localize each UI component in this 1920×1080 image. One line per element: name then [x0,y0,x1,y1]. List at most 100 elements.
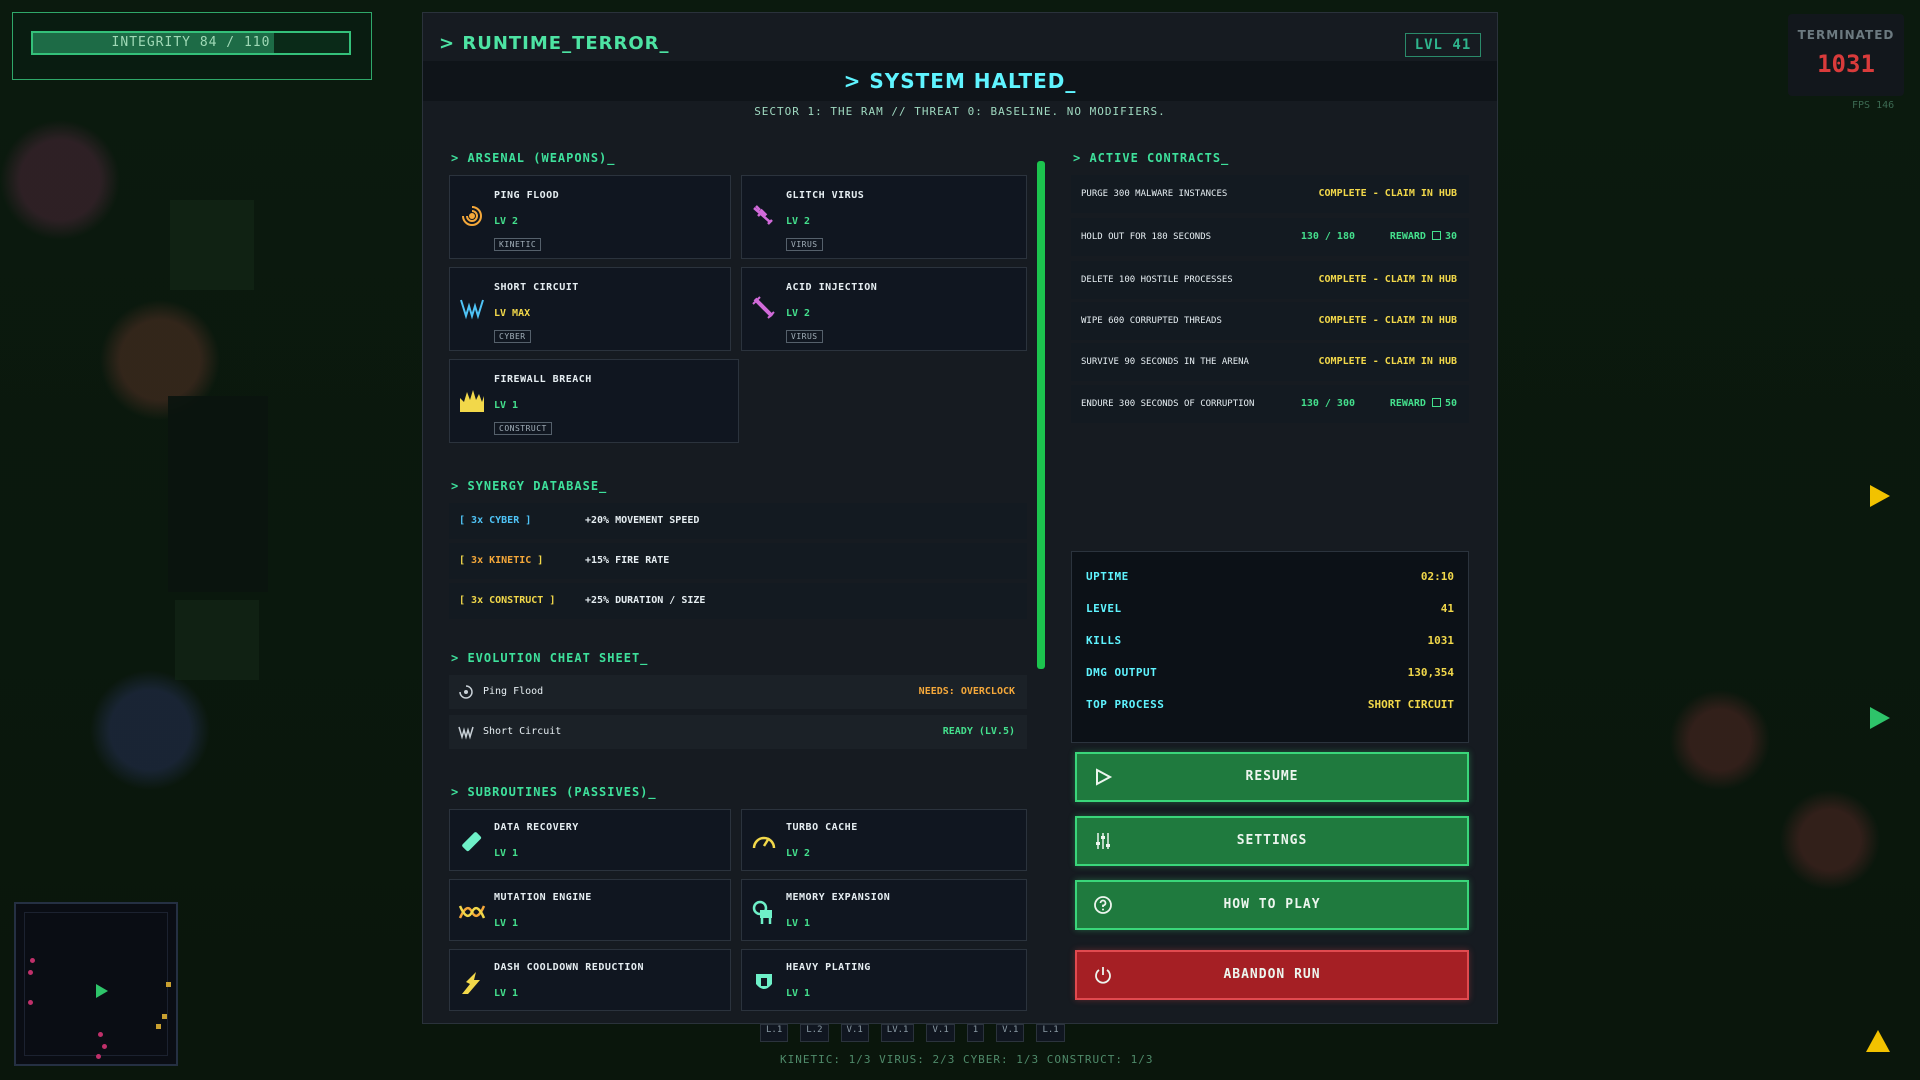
contract-row: SURVIVE 90 SECONDS IN THE ARENA COMPLETE… [1071,343,1469,381]
contract-desc: HOLD OUT FOR 180 SECONDS [1081,232,1212,242]
settings-button[interactable]: SETTINGS [1075,816,1469,866]
passives-heading: > SUBROUTINES (PASSIVES)_ [451,785,657,799]
armor-icon [756,974,772,989]
left-panel-scrollbar[interactable] [1037,161,1045,669]
stat-value: 41 [1440,602,1454,615]
ping-flood-icon [462,206,482,226]
contract-row: HOLD OUT FOR 180 SECONDS 130 / 180 REWAR… [1071,218,1469,256]
short-circuit-icon [458,726,474,740]
terminated-label: TERMINATED [1797,28,1895,42]
passive-card[interactable]: HEAVY PLATING LV 1 [741,949,1027,1011]
passive-name: MEMORY EXPANSION [786,892,891,903]
arena-wall [168,396,268,592]
play-icon [1096,768,1113,786]
synergy-effect: +20% MOVEMENT SPEED [585,515,700,526]
stat-label: DMG OUTPUT [1086,666,1158,679]
contract-desc: WIPE 600 CORRUPTED THREADS [1081,316,1222,326]
loadout-slot: L.1 [760,1024,789,1042]
evolution-status: READY (LV.5) [942,726,1015,737]
weapon-card[interactable]: GLITCH VIRUS LV 2 VIRUS [741,175,1027,259]
passive-name: HEAVY PLATING [786,962,871,973]
contract-reward: REWARD 30 [1389,231,1457,242]
weapon-level: LV 1 [494,400,519,411]
stat-value: 1031 [1427,634,1455,647]
contract-desc: PURGE 300 MALWARE INSTANCES [1081,189,1228,199]
contract-row: DELETE 100 HOSTILE PROCESSES COMPLETE - … [1071,261,1469,299]
contract-row: ENDURE 300 SECONDS OF CORRUPTION 130 / 3… [1071,385,1469,423]
passive-card[interactable]: TURBO CACHE LV 2 [741,809,1027,871]
fps-counter: FPS 146 [1852,100,1895,111]
passive-name: TURBO CACHE [786,822,858,833]
synergy-key: [ 3x CONSTRUCT ] [459,595,556,606]
passive-name: DASH COOLDOWN REDUCTION [494,962,644,973]
weapon-tag: VIRUS [786,330,823,343]
minimap-enemy [102,1044,107,1049]
contract-reward: REWARD 50 [1389,398,1457,409]
offscreen-arrow-icon [1870,707,1890,729]
contract-row: PURGE 300 MALWARE INSTANCES COMPLETE - C… [1071,175,1469,213]
minimap-enemy [96,1054,101,1059]
weapon-name: ACID INJECTION [786,282,878,293]
weapon-tag: VIRUS [786,238,823,251]
minimap [14,902,178,1066]
arena-block [175,600,259,680]
offscreen-arrow-icon [1866,1030,1890,1052]
synergy-row: [ 3x CONSTRUCT ] +25% DURATION / SIZE [449,583,1027,619]
glitch-virus-icon [753,205,773,225]
passive-level: LV 1 [494,918,519,929]
weapon-card[interactable]: PING FLOOD LV 2 KINETIC [449,175,731,259]
weapon-card[interactable]: FIREWALL BREACH LV 1 CONSTRUCT [449,359,739,443]
resume-button[interactable]: RESUME [1075,752,1469,802]
help-icon [1094,896,1112,914]
loadout-slot: V.1 [840,1024,869,1042]
passive-card[interactable]: DATA RECOVERY LV 1 [449,809,731,871]
passive-level: LV 1 [786,988,811,999]
loadout-slot: L.2 [800,1024,829,1042]
contract-progress: 130 / 180 [1300,231,1355,242]
contract-desc: DELETE 100 HOSTILE PROCESSES [1081,275,1233,285]
weapon-card[interactable]: ACID INJECTION LV 2 VIRUS [741,267,1027,351]
passive-level: LV 2 [786,848,811,859]
minimap-enemy [28,970,33,975]
synergy-key: [ 3x CYBER ] [459,515,532,526]
passive-card[interactable]: MUTATION ENGINE LV 1 [449,879,731,941]
level-badge: LVL 41 [1405,33,1481,57]
synergy-key: [ 3x KINETIC ] [459,555,544,566]
synergy-effect: +25% DURATION / SIZE [585,595,706,606]
halted-title: > SYSTEM HALTED_ [843,69,1077,93]
short-circuit-icon [460,299,484,320]
stat-value: 02:10 [1420,570,1454,583]
weapon-tag: CYBER [494,330,531,343]
weapon-level: LV 2 [494,216,519,227]
integrity-bar: INTEGRITY 84 / 110 [31,31,351,55]
synergy-row: [ 3x CYBER ] +20% MOVEMENT SPEED [449,503,1027,539]
evolution-row: Short Circuit READY (LV.5) [449,715,1027,749]
contract-desc: ENDURE 300 SECONDS OF CORRUPTION [1081,399,1255,409]
contract-status: COMPLETE - CLAIM IN HUB [1318,356,1457,367]
arsenal-heading: > ARSENAL (WEAPONS)_ [451,151,616,165]
passive-level: LV 1 [494,848,519,859]
synergy-effect: +15% FIRE RATE [585,555,670,566]
evolution-name: Short Circuit [483,726,562,737]
stat-label: UPTIME [1086,570,1129,583]
weapon-name: GLITCH VIRUS [786,190,865,201]
contract-status: COMPLETE - CLAIM IN HUB [1318,188,1457,199]
stat-label: KILLS [1086,634,1122,647]
minimap-enemy [98,1032,103,1037]
minimap-player-icon [96,984,108,998]
arena-block [170,200,254,290]
abandon-run-button[interactable]: ABANDON RUN [1075,950,1469,1000]
how-to-play-button[interactable]: HOW TO PLAY [1075,880,1469,930]
synergy-row: [ 3x KINETIC ] +15% FIRE RATE [449,543,1027,579]
stat-label: TOP PROCESS [1086,698,1165,711]
passive-card[interactable]: MEMORY EXPANSION LV 1 [741,879,1027,941]
archetype-tally: KINETIC: 1/3 VIRUS: 2/3 CYBER: 1/3 CONST… [780,1053,1154,1066]
minimap-item [156,1024,161,1029]
pause-menu: > RUNTIME_TERROR_ LVL 41 > SYSTEM HALTED… [422,12,1498,1024]
loadout-slot: LV.1 [880,1024,915,1042]
loadout-slot: V.1 [926,1024,955,1042]
terminated-counter: TERMINATED 1031 [1788,14,1904,96]
dash-icon [462,972,480,994]
weapon-card[interactable]: SHORT CIRCUIT LV MAX CYBER [449,267,731,351]
passive-card[interactable]: DASH COOLDOWN REDUCTION LV 1 [449,949,731,1011]
